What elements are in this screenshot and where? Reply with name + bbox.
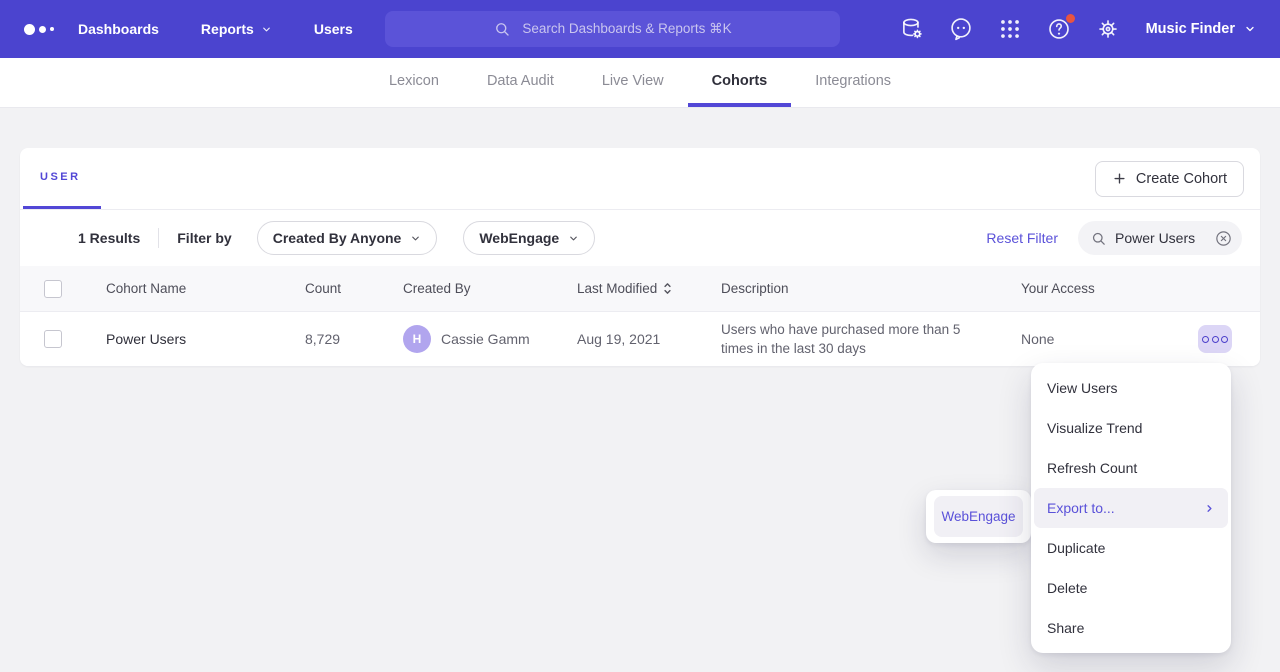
menu-item-duplicate[interactable]: Duplicate [1031,528,1231,568]
menu-item-label: Export to... [1047,500,1115,516]
chevron-down-icon [261,24,272,35]
notification-badge [1066,14,1075,23]
results-count: 1 Results [78,230,140,246]
cohort-name-cell[interactable]: Power Users [106,331,305,347]
search-icon [493,20,511,38]
nav-item-label: Dashboards [78,21,159,37]
tab-user-cohorts[interactable]: USER [23,148,101,209]
menu-item-refresh-count[interactable]: Refresh Count [1031,448,1231,488]
created-by-filter-dropdown[interactable]: Created By Anyone [257,221,438,255]
avatar: H [403,325,431,353]
project-name: Music Finder [1146,21,1235,37]
menu-item-share[interactable]: Share [1031,608,1231,648]
column-header-your-access: Your Access [1021,281,1198,296]
nav-item-label: Reports [201,21,254,37]
top-nav: Dashboards Reports Users Search Dashboar… [0,0,1280,58]
row-actions-context-menu: View Users Visualize Trend Refresh Count… [1031,363,1231,653]
row-actions-menu-button[interactable] [1198,325,1232,353]
primary-nav: Dashboards Reports Users [78,21,353,37]
data-management-icon[interactable] [899,16,925,42]
integration-filter-value: WebEngage [479,230,559,246]
export-submenu: WebEngage [926,490,1031,543]
nav-item-label: Users [314,21,353,37]
messages-icon[interactable] [948,16,974,42]
cohort-search-input[interactable] [1115,230,1206,246]
divider [158,228,159,248]
column-header-cohort-name: Cohort Name [106,281,305,296]
search-icon [1090,230,1107,247]
select-all-checkbox[interactable] [44,280,62,298]
tab-live-view[interactable]: Live View [578,58,688,107]
tab-integrations[interactable]: Integrations [791,58,915,107]
your-access-cell: None [1021,331,1198,347]
cohorts-card: USER Create Cohort 1 Results Filter by C… [20,148,1260,366]
help-icon[interactable] [1046,16,1072,42]
column-header-last-modified[interactable]: Last Modified [577,281,721,296]
menu-item-delete[interactable]: Delete [1031,568,1231,608]
menu-item-visualize-trend[interactable]: Visualize Trend [1031,408,1231,448]
project-switcher[interactable]: Music Finder [1146,21,1256,37]
submenu-item-webengage[interactable]: WebEngage [934,496,1023,537]
tab-cohorts[interactable]: Cohorts [688,58,792,107]
nav-item-reports[interactable]: Reports [201,21,272,37]
cohort-search-box [1078,221,1242,255]
created-by-filter-value: Created By Anyone [273,230,402,246]
create-cohort-button[interactable]: Create Cohort [1095,161,1244,197]
created-by-cell: H Cassie Gamm [403,325,577,353]
section-tabbar: Lexicon Data Audit Live View Cohorts Int… [0,58,1280,108]
chevron-down-icon [1244,23,1256,35]
nav-utilities: Music Finder [899,16,1280,42]
tab-lexicon[interactable]: Lexicon [365,58,463,107]
filter-by-label: Filter by [177,230,231,246]
description-cell: Users who have purchased more than 5 tim… [721,320,1021,358]
filter-toolbar: 1 Results Filter by Created By Anyone We… [20,210,1260,266]
settings-gear-icon[interactable] [1095,16,1121,42]
plus-icon [1112,171,1127,186]
last-modified-cell: Aug 19, 2021 [577,331,721,347]
menu-item-view-users[interactable]: View Users [1031,368,1231,408]
reset-filter-link[interactable]: Reset Filter [986,230,1058,246]
integration-filter-dropdown[interactable]: WebEngage [463,221,595,255]
sort-icon [663,282,672,295]
create-cohort-label: Create Cohort [1136,171,1227,187]
nav-item-users[interactable]: Users [314,21,353,37]
card-header: USER Create Cohort [20,148,1260,210]
tab-data-audit[interactable]: Data Audit [463,58,578,107]
brand-logo-icon[interactable] [24,24,54,35]
column-header-count: Count [305,281,403,296]
table-header-row: Cohort Name Count Created By Last Modifi… [20,266,1260,312]
column-header-created-by: Created By [403,281,577,296]
apps-grid-icon[interactable] [997,16,1023,42]
chevron-down-icon [568,233,579,244]
table-row[interactable]: Power Users 8,729 H Cassie Gamm Aug 19, … [20,312,1260,366]
chevron-down-icon [410,233,421,244]
global-search-bar[interactable]: Search Dashboards & Reports ⌘K [385,11,840,47]
nav-item-dashboards[interactable]: Dashboards [78,21,159,37]
menu-item-export-to[interactable]: Export to... [1034,488,1228,528]
count-cell: 8,729 [305,331,403,347]
column-header-label: Last Modified [577,281,657,296]
chevron-right-icon [1204,503,1215,514]
created-by-name: Cassie Gamm [441,331,530,347]
column-header-description: Description [721,281,1021,296]
global-search-placeholder: Search Dashboards & Reports ⌘K [522,21,731,37]
row-checkbox[interactable] [44,330,62,348]
clear-search-icon[interactable] [1214,229,1233,248]
